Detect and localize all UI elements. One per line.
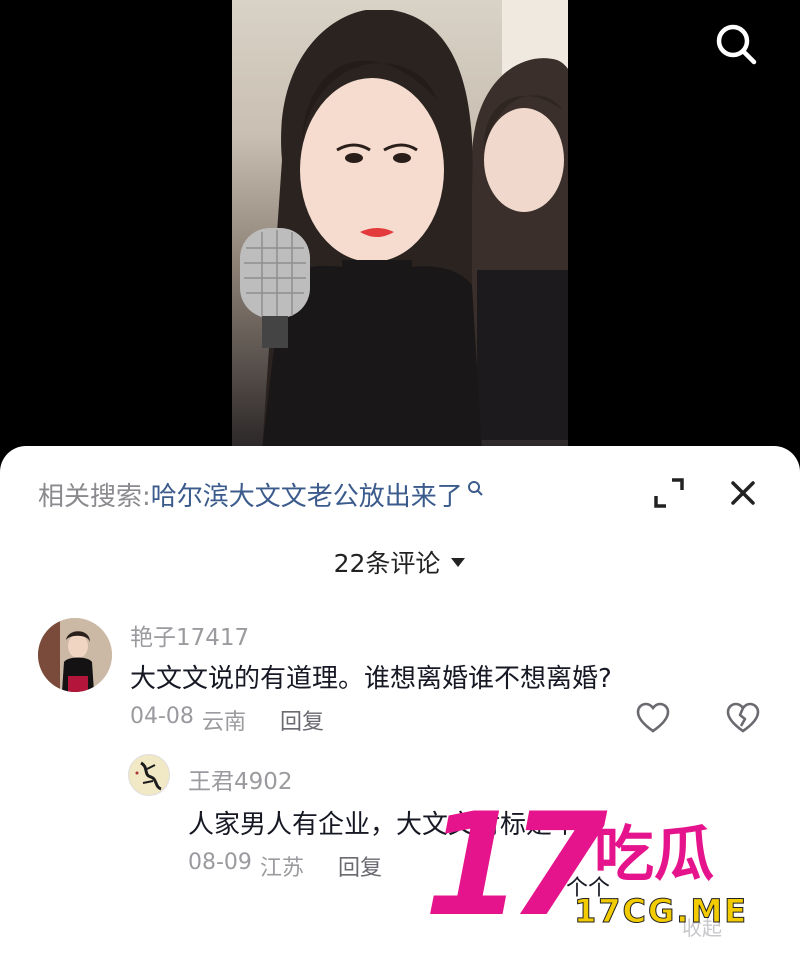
comment-meta: 04-08 云南 回复	[130, 704, 324, 736]
search-icon[interactable]	[712, 20, 760, 68]
caret-down-icon	[451, 558, 466, 567]
microphone-image	[240, 228, 310, 348]
reply-text-overflow: 个个	[566, 876, 611, 901]
comment-count-dropdown[interactable]: 22条评论	[0, 544, 800, 580]
comment-location: 云南	[201, 710, 246, 735]
expand-icon[interactable]	[652, 476, 686, 510]
comment-date: 04-08	[130, 704, 194, 729]
close-icon[interactable]	[726, 476, 760, 510]
collapse-button[interactable]: 收起	[682, 912, 722, 941]
search-icon	[467, 481, 483, 496]
video-frame[interactable]	[232, 0, 568, 450]
avatar-image	[129, 755, 169, 795]
comment-username[interactable]: 艳子17417	[130, 618, 249, 652]
reply-item: 王君4902 人家男人有企业，大文文对标是个 08-09 江苏 回复 个个	[0, 752, 800, 901]
related-search-query[interactable]: 哈尔滨大文文老公放出来了	[151, 476, 463, 513]
avatar[interactable]	[128, 754, 170, 796]
reply-button[interactable]: 回复	[280, 704, 324, 736]
reply-meta: 08-09 江苏 回复	[188, 850, 382, 882]
reply-username[interactable]: 王君4902	[188, 762, 293, 796]
avatar[interactable]	[38, 618, 112, 692]
comment-item: 艳子17417 大文文说的有道理。谁想离婚谁不想离婚? 04-08 云南 回复	[0, 600, 800, 750]
comment-count: 22条评论	[333, 549, 441, 578]
related-search-label: 相关搜索:	[38, 481, 151, 512]
comment-text: 大文文说的有道理。谁想离婚谁不想离婚?	[130, 664, 612, 694]
video-area[interactable]	[0, 0, 800, 460]
reply-date: 08-09	[188, 850, 252, 875]
related-search[interactable]: 相关搜索: 哈尔滨大文文老公放出来了	[38, 476, 483, 512]
avatar-image	[38, 618, 112, 692]
reply-button[interactable]: 回复	[338, 850, 382, 882]
broken-heart-icon[interactable]	[726, 702, 760, 734]
heart-icon[interactable]	[636, 702, 670, 734]
reply-location: 江苏	[259, 856, 304, 881]
reply-text: 人家男人有企业，大文文对标是个	[188, 810, 579, 840]
